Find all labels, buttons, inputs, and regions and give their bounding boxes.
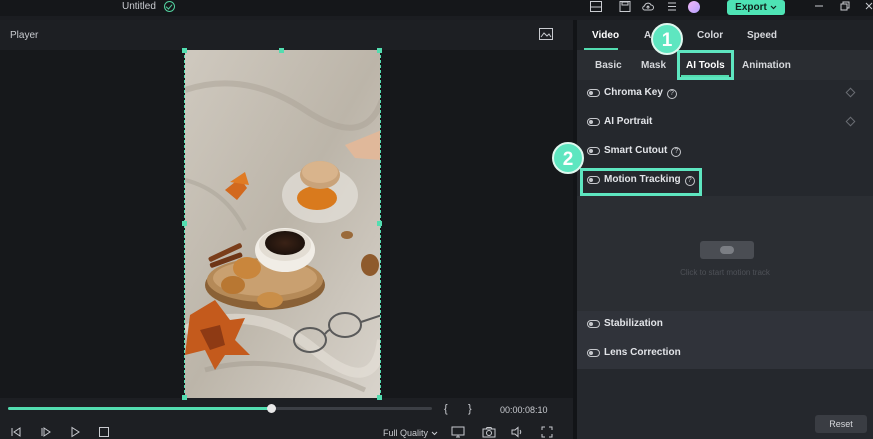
chroma-key-label: Chroma Key (604, 87, 663, 98)
ai-portrait-toggle[interactable] (587, 118, 600, 126)
lens-correction-toggle[interactable] (587, 349, 600, 357)
feature-row-smart-cutout: Smart Cutout? (577, 138, 873, 167)
tab-speed[interactable]: Speed (747, 30, 777, 41)
export-label: Export (735, 2, 767, 13)
help-icon[interactable]: ? (666, 89, 677, 99)
cloud-upload-icon[interactable] (642, 1, 654, 12)
step-badge-1: 1 (651, 23, 683, 55)
video-preview[interactable] (184, 50, 381, 398)
previous-frame-icon[interactable] (9, 426, 23, 438)
player-panel: Player {} 00:00:08:10 Full Quality (0, 20, 573, 439)
motion-tracking-highlight-box (580, 168, 702, 196)
quality-dropdown[interactable]: Full Quality (383, 428, 438, 438)
resize-handle[interactable] (377, 48, 382, 53)
start-tracking-button[interactable] (700, 241, 754, 259)
motion-tracking-panel: Click to start motion track (577, 196, 873, 311)
close-icon[interactable] (862, 0, 873, 14)
ai-tools-highlight-box (677, 50, 734, 80)
keyframe-diamond-icon[interactable] (845, 116, 856, 127)
next-frame-icon[interactable] (39, 426, 53, 438)
resize-handle[interactable] (182, 48, 187, 53)
minimize-icon[interactable] (812, 0, 826, 14)
lens-correction-label: Lens Correction (604, 347, 681, 358)
resize-handle[interactable] (182, 221, 187, 226)
stabilization-label: Stabilization (604, 318, 663, 329)
feature-row-ai-portrait: AI Portrait (577, 109, 873, 138)
mark-out-button[interactable]: } (468, 403, 472, 415)
snapshot-image-icon[interactable] (539, 28, 553, 40)
feature-row-chroma-key: Chroma Key? (577, 80, 873, 109)
playback-scrubber[interactable] (8, 404, 432, 413)
restore-icon[interactable] (838, 0, 852, 14)
step-badge-2: 2 (552, 142, 584, 174)
lower-features: Stabilization Lens Correction (577, 311, 873, 369)
tab-video[interactable]: Video (592, 30, 619, 41)
project-title: Untitled (122, 1, 156, 12)
scrubber-progress (8, 407, 271, 410)
save-icon[interactable] (619, 1, 631, 12)
tab-color[interactable]: Color (697, 30, 723, 41)
reset-button[interactable]: Reset (815, 415, 867, 433)
play-icon[interactable] (68, 426, 82, 438)
stop-icon[interactable] (97, 426, 111, 438)
timecode: 00:00:08:10 (500, 405, 548, 415)
resize-handle[interactable] (279, 48, 284, 53)
quality-label: Full Quality (383, 428, 429, 438)
resize-handle[interactable] (377, 221, 382, 226)
primary-tabs: Video A Color Speed (577, 20, 873, 50)
avatar[interactable] (688, 1, 700, 13)
resize-handle[interactable] (377, 395, 382, 400)
player-title: Player (10, 30, 39, 41)
check-circle-icon (164, 1, 175, 12)
property-panel: Video A Color Speed Basic Mask AI Tools … (577, 20, 873, 439)
secondary-tabs: Basic Mask AI Tools Animation (577, 50, 873, 80)
smart-cutout-label: Smart Cutout (604, 145, 668, 156)
feature-row-lens-correction: Lens Correction (577, 340, 873, 369)
feature-row-stabilization: Stabilization (577, 311, 873, 340)
chroma-key-toggle[interactable] (587, 89, 600, 97)
tab-mask[interactable]: Mask (641, 60, 666, 71)
feature-label: Chroma Key? (604, 87, 677, 99)
smart-cutout-toggle[interactable] (587, 147, 600, 155)
keyframe-diamond-icon[interactable] (845, 87, 856, 98)
chevron-down-icon (431, 428, 438, 438)
tab-basic[interactable]: Basic (595, 60, 622, 71)
volume-icon[interactable] (510, 426, 524, 438)
ai-portrait-label: AI Portrait (604, 116, 653, 127)
camera-icon[interactable] (482, 426, 496, 438)
menu-icon[interactable] (666, 1, 678, 12)
resize-handle[interactable] (182, 395, 187, 400)
mark-in-button[interactable]: { (444, 403, 448, 415)
chevron-down-icon (770, 2, 777, 13)
feature-label: Smart Cutout? (604, 145, 682, 157)
display-settings-icon[interactable] (451, 426, 465, 438)
export-button[interactable]: Export (727, 0, 785, 15)
layout-icon[interactable] (590, 1, 602, 12)
tracking-hint: Click to start motion track (680, 268, 770, 277)
preview-canvas[interactable] (0, 48, 573, 400)
help-icon[interactable]: ? (671, 147, 682, 157)
stabilization-toggle[interactable] (587, 320, 600, 328)
scrubber-knob[interactable] (266, 404, 276, 413)
fullscreen-icon[interactable] (540, 426, 554, 438)
title-bar: Untitled Export (0, 0, 873, 16)
tab-animation[interactable]: Animation (742, 60, 791, 71)
